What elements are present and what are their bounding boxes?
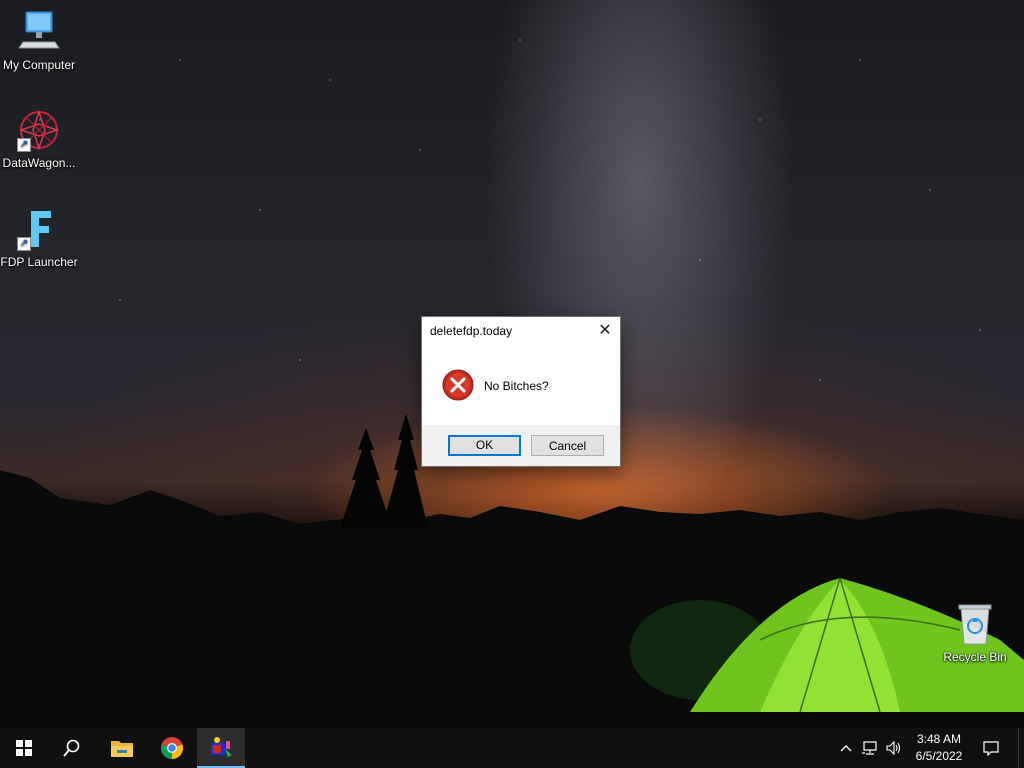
show-desktop-button[interactable] — [1018, 728, 1024, 768]
recycle-bin-icon — [953, 602, 997, 646]
windows-start-icon — [16, 740, 32, 756]
notification-icon — [983, 741, 999, 756]
chevron-up-icon — [840, 745, 852, 752]
file-explorer-icon — [111, 741, 133, 757]
taskbar: 3:48 AM 6/5/2022 — [0, 728, 1024, 768]
dialog-footer: OK Cancel — [422, 425, 620, 466]
shortcut-arrow-icon: ↗ — [17, 237, 31, 251]
taskbar-file-explorer[interactable] — [98, 728, 146, 768]
desktop-icon-label: FDP Launcher — [0, 255, 78, 269]
taskbar-active-app[interactable] — [197, 728, 245, 768]
clock-date: 6/5/2022 — [915, 749, 963, 763]
shortcut-arrow-icon: ↗ — [17, 138, 31, 152]
network-button[interactable] — [862, 740, 878, 756]
network-icon — [862, 741, 877, 755]
desktop-icon-recycle-bin[interactable]: Recycle Bin — [936, 602, 1014, 664]
search-button[interactable] — [48, 728, 96, 768]
clock-time: 3:48 AM — [916, 732, 962, 746]
desktop-icon-datawagon[interactable]: ↗ DataWagon... — [0, 108, 78, 170]
start-button[interactable] — [0, 728, 48, 768]
desktop-icon-fdp-launcher[interactable]: ↗ FDP Launcher — [0, 207, 78, 269]
dialog-message: No Bitches? — [484, 379, 549, 393]
dialog-titlebar[interactable]: deletefdp.today ✕ — [422, 317, 620, 347]
dialog-title: deletefdp.today — [430, 324, 513, 338]
desktop-icon-label: DataWagon... — [2, 156, 76, 170]
desktop-icon-label: My Computer — [2, 58, 76, 72]
dialog-body: No Bitches? — [422, 347, 620, 425]
volume-icon — [886, 741, 901, 755]
fdp-launcher-icon: ↗ — [17, 207, 61, 251]
chrome-icon — [160, 737, 184, 760]
show-hidden-icons-button[interactable] — [838, 740, 854, 756]
desktop-icon-label: Recycle Bin — [943, 650, 1007, 664]
system-clock[interactable]: 3:48 AM 6/5/2022 — [906, 731, 972, 765]
desktop-icon-my-computer[interactable]: My Computer — [0, 10, 78, 72]
close-button[interactable]: ✕ — [590, 317, 620, 345]
app-icon — [211, 737, 232, 757]
close-icon: ✕ — [598, 322, 612, 339]
action-center-button[interactable] — [983, 740, 999, 756]
message-dialog: deletefdp.today ✕ No Bitches? OK Cancel — [421, 316, 621, 467]
ok-button[interactable]: OK — [448, 435, 521, 456]
volume-button[interactable] — [886, 740, 902, 756]
search-icon — [63, 739, 80, 757]
taskbar-chrome[interactable] — [148, 728, 196, 768]
error-icon — [442, 369, 474, 401]
datawagon-icon: ↗ — [17, 108, 61, 152]
computer-icon — [17, 10, 61, 54]
cancel-button[interactable]: Cancel — [531, 435, 604, 456]
